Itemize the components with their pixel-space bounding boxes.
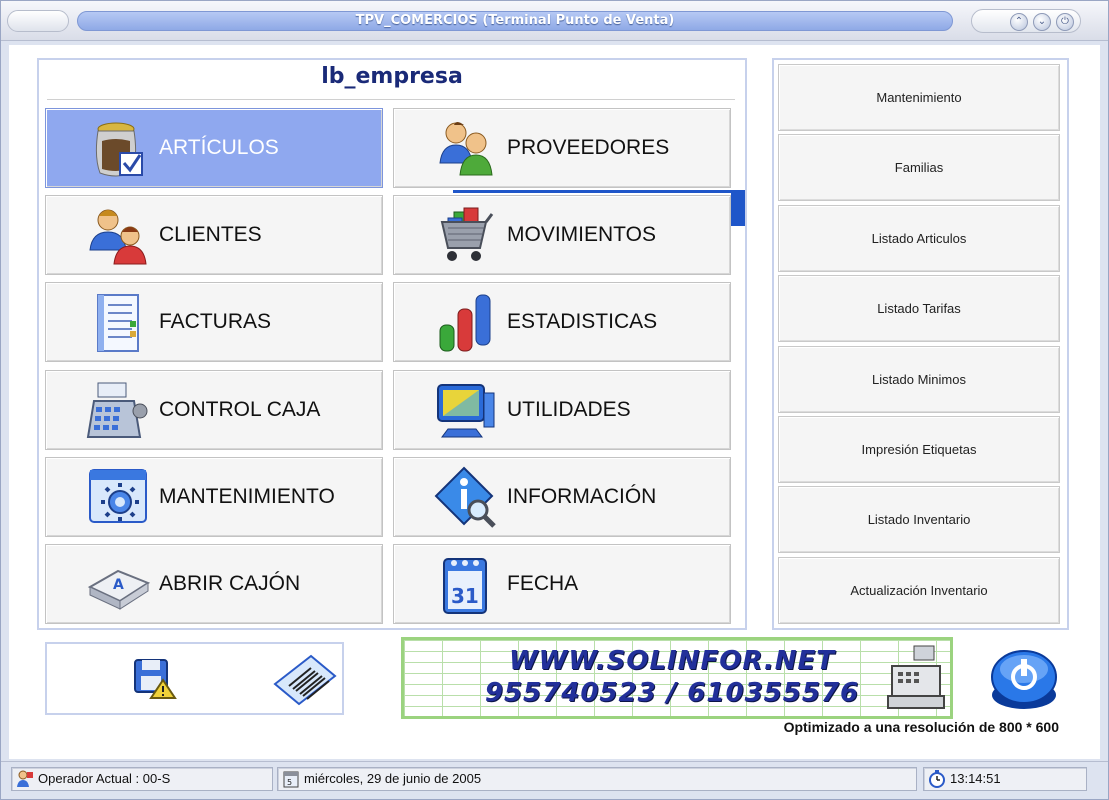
estadisticas-button[interactable]: ESTADISTICAS: [393, 282, 731, 362]
informacion-button[interactable]: INFORMACIÓN: [393, 457, 731, 537]
side-mantenimiento-button[interactable]: Mantenimiento: [778, 64, 1060, 131]
jar-checkbox-icon: [95, 122, 143, 177]
button-label: INFORMACIÓN: [507, 485, 657, 508]
floppy-warning-icon[interactable]: [133, 658, 177, 700]
advert-banner[interactable]: WWW.SOLINFOR.NET 955740523 / 610355576: [401, 637, 953, 719]
company-name: lb_empresa: [321, 64, 463, 89]
side-menu-panel: Mantenimiento Familias Listado Articulos…: [772, 58, 1069, 630]
banner-website: WWW.SOLINFOR.NET: [509, 646, 835, 676]
button-label: CLIENTES: [159, 223, 262, 246]
status-time: 13:14:51: [923, 767, 1087, 791]
title-bar[interactable]: TPV_COMERCIOS (Terminal Punto de Venta) …: [1, 1, 1108, 41]
info-magnifier-icon: [434, 466, 496, 528]
clock-icon: [929, 770, 945, 788]
button-label: PROVEEDORES: [507, 136, 670, 159]
articulos-button[interactable]: ARTÍCULOS: [45, 108, 383, 188]
side-actualizacion-inventario-button[interactable]: Actualización Inventario: [778, 557, 1060, 624]
close-button[interactable]: ⏻: [1056, 13, 1074, 31]
side-listado-tarifas-button[interactable]: Listado Tarifas: [778, 275, 1060, 342]
svg-text:5: 5: [287, 778, 292, 787]
button-label: CONTROL CAJA: [159, 398, 321, 421]
rollup-button[interactable]: ⌃: [1010, 13, 1028, 31]
button-label: ARTÍCULOS: [159, 136, 279, 159]
button-label: MOVIMIENTOS: [507, 223, 656, 246]
side-listado-inventario-button[interactable]: Listado Inventario: [778, 486, 1060, 553]
time-text: 13:14:51: [950, 771, 1001, 786]
operator-text: Operador Actual : 00-S: [38, 771, 171, 786]
barcode-label-icon[interactable]: [271, 654, 339, 706]
computer-icon: [437, 384, 495, 438]
mantenimiento-button[interactable]: MANTENIMIENTO: [45, 457, 383, 537]
svg-text:31: 31: [451, 584, 479, 608]
control-caja-button[interactable]: CONTROL CAJA: [45, 370, 383, 450]
invoice-icon: [97, 294, 139, 352]
banner-phones: 955740523 / 610355576: [484, 678, 860, 708]
window-controls: ⌃ ⌄ ⏻: [971, 9, 1081, 33]
cash-register-icon: [86, 382, 148, 438]
button-label: MANTENIMIENTO: [159, 485, 335, 508]
abrir-cajon-button[interactable]: A ABRIR CAJÓN: [45, 544, 383, 624]
status-operator: Operador Actual : 00-S: [11, 767, 273, 791]
utilidades-button[interactable]: UTILIDADES: [393, 370, 731, 450]
side-familias-button[interactable]: Familias: [778, 134, 1060, 201]
settings-window-icon: [89, 469, 147, 523]
clientes-button[interactable]: CLIENTES: [45, 195, 383, 275]
keyboard-key-icon: A: [87, 569, 150, 610]
button-label: ABRIR CAJÓN: [159, 572, 301, 595]
focus-marker: [453, 190, 739, 193]
tools-box: [45, 642, 344, 715]
side-listado-articulos-button[interactable]: Listado Articulos: [778, 205, 1060, 272]
power-exit-icon[interactable]: [989, 647, 1059, 713]
fecha-button[interactable]: 31 FECHA: [393, 544, 731, 624]
button-label: FACTURAS: [159, 310, 272, 333]
status-date: 5 miércoles, 29 de junio de 2005: [277, 767, 917, 791]
date-text: miércoles, 29 de junio de 2005: [304, 771, 482, 786]
proveedores-button[interactable]: PROVEEDORES: [393, 108, 731, 188]
side-listado-minimos-button[interactable]: Listado Minimos: [778, 346, 1060, 413]
status-bar: Operador Actual : 00-S 5 miércoles, 29 d…: [1, 761, 1108, 799]
resolution-note: Optimizado a una resolución de 800 * 600: [783, 719, 1059, 735]
people-icon: [439, 122, 493, 176]
svg-text:A: A: [113, 577, 124, 593]
shopping-cart-icon: [440, 207, 494, 261]
window-menu-knob[interactable]: [7, 10, 69, 32]
client-area: lb_empresa ARTÍCULOS PROVEEDORES CLIENTE…: [9, 45, 1100, 759]
app-window: TPV_COMERCIOS (Terminal Punto de Venta) …: [0, 0, 1109, 800]
focus-marker-end: [731, 190, 745, 226]
bar-chart-icon: [439, 294, 491, 352]
button-label: FECHA: [507, 572, 579, 595]
window-title: TPV_COMERCIOS (Terminal Punto de Venta): [77, 11, 953, 31]
operator-icon: [17, 770, 33, 787]
calendar-icon: 5: [283, 771, 299, 788]
minimize-button[interactable]: ⌄: [1033, 13, 1051, 31]
side-impresion-etiquetas-button[interactable]: Impresión Etiquetas: [778, 416, 1060, 483]
cash-register-icon: [887, 645, 945, 709]
facturas-button[interactable]: FACTURAS: [45, 282, 383, 362]
calendar-icon: 31: [443, 558, 487, 614]
users-icon: [89, 209, 147, 265]
divider: [47, 99, 735, 101]
button-label: UTILIDADES: [507, 398, 631, 421]
main-menu-panel: lb_empresa ARTÍCULOS PROVEEDORES CLIENTE…: [37, 58, 747, 630]
button-label: ESTADISTICAS: [507, 310, 658, 333]
movimientos-button[interactable]: MOVIMIENTOS: [393, 195, 731, 275]
